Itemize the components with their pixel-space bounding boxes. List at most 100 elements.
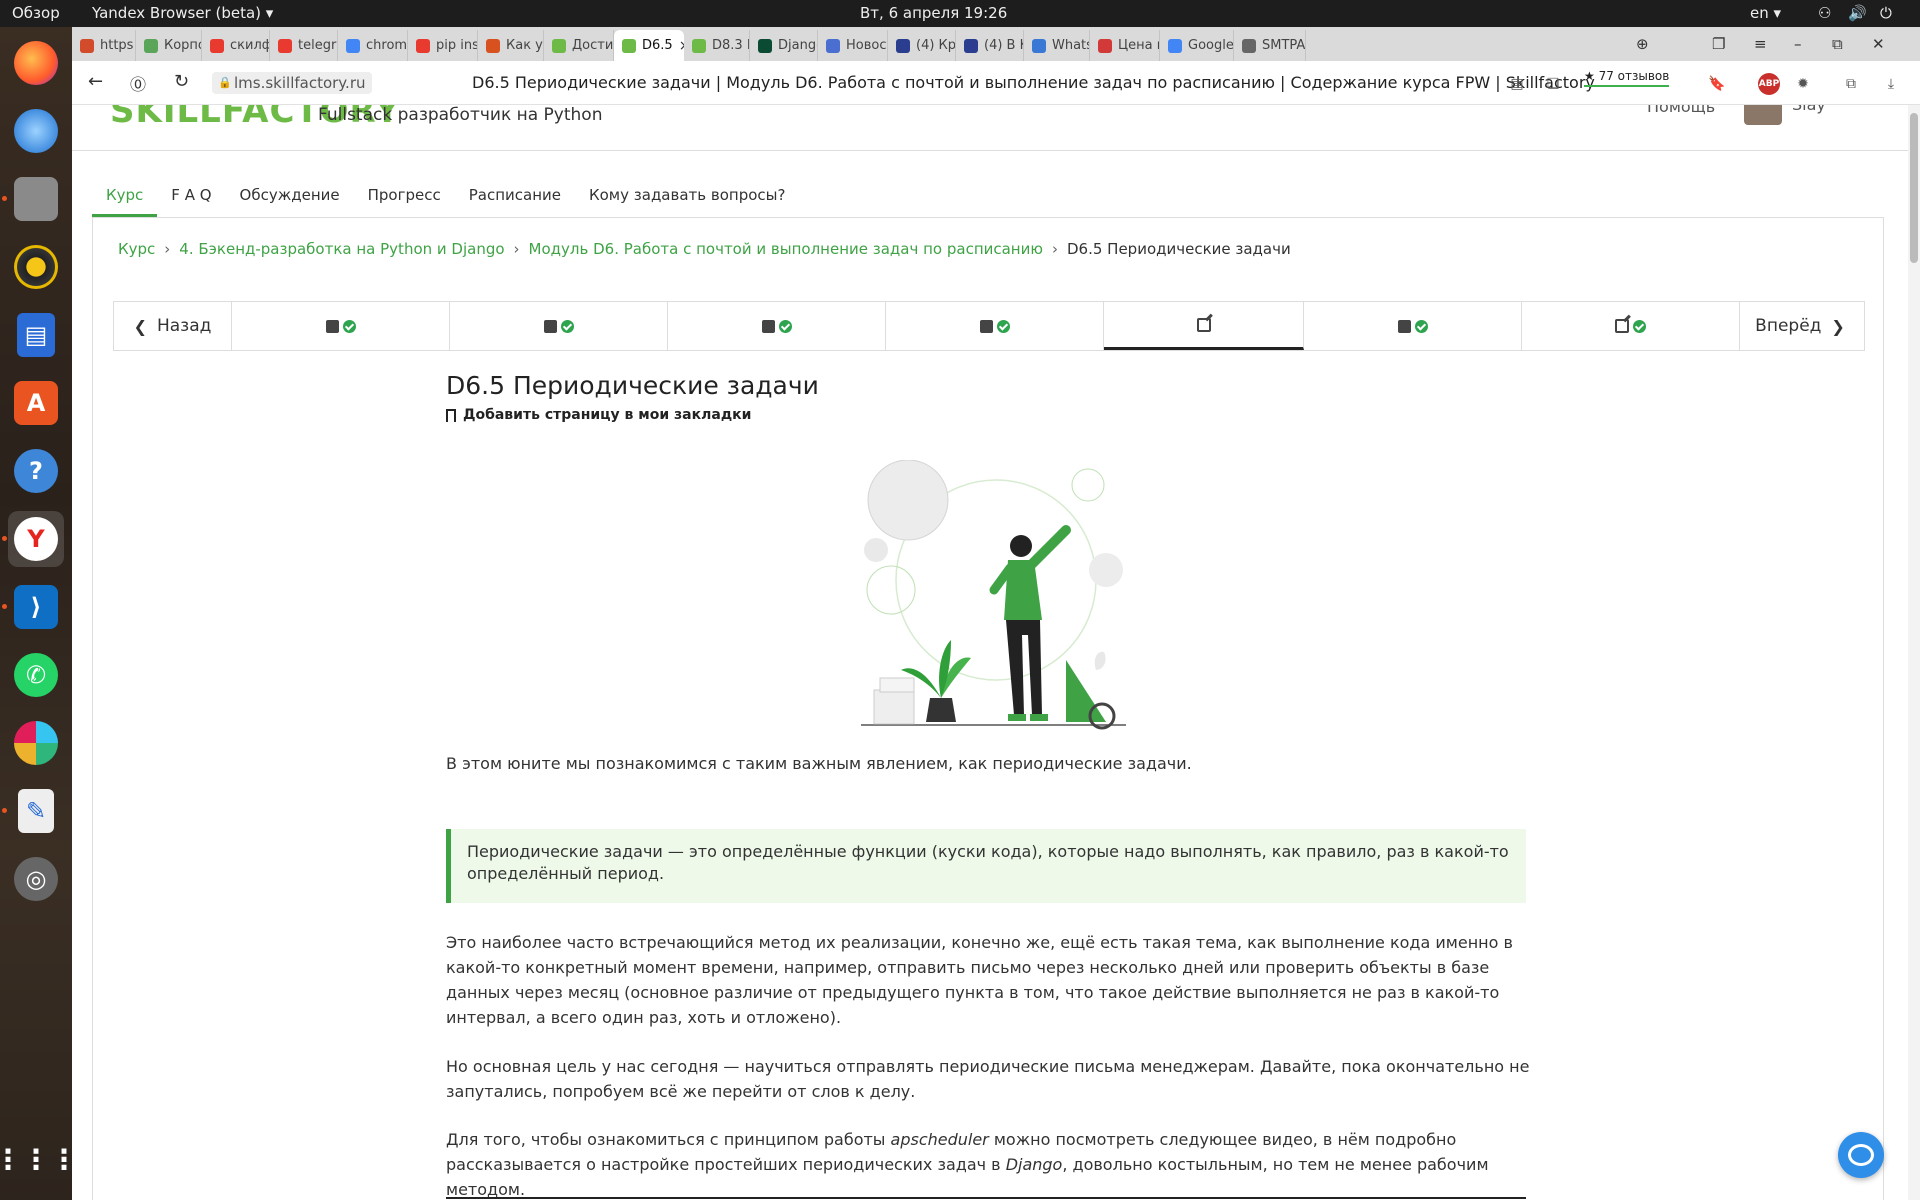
course-tab-progress[interactable]: Прогресс	[354, 175, 455, 217]
url-field[interactable]: 🔒 lms.skillfactory.ru	[212, 72, 372, 94]
clock[interactable]: Вт, 6 апреля 19:26	[860, 4, 1007, 22]
sequence-item-4[interactable]	[886, 302, 1104, 350]
breadcrumb-course[interactable]: Курс	[118, 240, 155, 258]
browser-tab[interactable]: Whats	[1024, 30, 1090, 61]
course-tab-discussion[interactable]: Обсуждение	[226, 175, 354, 217]
volume-icon[interactable]: 🔊	[1848, 4, 1867, 22]
firefox-icon[interactable]	[8, 35, 64, 91]
course-nav: Курс F A Q Обсуждение Прогресс Расписани…	[92, 175, 799, 217]
minimize-icon[interactable]: –	[1794, 35, 1802, 53]
browser-tab[interactable]: Дости	[544, 30, 614, 61]
favicon-icon	[622, 38, 636, 53]
slack-icon[interactable]	[8, 715, 64, 771]
breadcrumb-module[interactable]: Модуль D6. Работа с почтой и выполнение …	[529, 240, 1043, 258]
maximize-icon[interactable]: ⧉	[1832, 35, 1843, 53]
chat-icon	[1848, 1144, 1874, 1166]
text-editor-icon[interactable]: ✎	[8, 783, 64, 839]
page-scrollbar[interactable]	[1908, 105, 1920, 1200]
chevron-right-icon: ❯	[1831, 316, 1845, 336]
browser-tab[interactable]: D8.3 K	[684, 30, 750, 61]
chevron-right-icon: ›	[513, 240, 520, 258]
favicon-icon	[416, 38, 430, 53]
tab-label: (4) В Ki	[984, 38, 1023, 53]
rhythmbox-icon[interactable]	[8, 239, 64, 295]
menu-icon[interactable]: ≡	[1754, 35, 1767, 53]
divider	[446, 1197, 1526, 1199]
thunderbird-icon[interactable]	[8, 103, 64, 159]
keyboard-layout[interactable]: en ▾	[1750, 4, 1781, 22]
adblock-icon[interactable]: ABP	[1758, 73, 1780, 95]
sequence-item-3[interactable]	[668, 302, 886, 350]
software-center-icon[interactable]: A	[8, 375, 64, 431]
disk-icon[interactable]: ◎	[8, 851, 64, 907]
yandex-protect-icon[interactable]: ⓪	[130, 71, 146, 95]
sequence-item-1[interactable]	[232, 302, 450, 350]
back-icon[interactable]: ←	[88, 71, 103, 92]
app-menu[interactable]: Yandex Browser (beta) ▾	[92, 4, 273, 22]
download-icon[interactable]: ⤓	[1880, 73, 1902, 95]
reload-icon[interactable]: ↻	[174, 71, 189, 92]
activities-button[interactable]: Обзор	[12, 4, 60, 22]
browser-tab[interactable]: (4) В Ki	[956, 30, 1024, 61]
browser-tab[interactable]: https:/	[72, 30, 136, 61]
favicon-icon	[758, 38, 772, 53]
browser-tab[interactable]: Корпор	[136, 30, 202, 61]
add-bookmark-button[interactable]: Добавить страницу в мои закладки	[446, 407, 751, 423]
browser-tab[interactable]: SMTPA	[1234, 30, 1306, 61]
sequence-item-6[interactable]	[1304, 302, 1522, 350]
collections-icon[interactable]: ⧉	[1840, 73, 1862, 95]
intro-paragraph: В этом юните мы познакомимся с таким важ…	[446, 754, 1192, 773]
sequence-item-2[interactable]	[450, 302, 668, 350]
browser-tab[interactable]: D6.5×	[614, 30, 684, 61]
browser-tab[interactable]: telegra	[270, 30, 338, 61]
prev-button[interactable]: ❮ Назад	[114, 302, 232, 350]
yandex-browser-icon[interactable]: Y	[8, 511, 64, 567]
course-tab-who-to-ask[interactable]: Кому задавать вопросы?	[575, 175, 799, 217]
browser-tab[interactable]: pip inst	[408, 30, 478, 61]
browser-tab[interactable]: chrome	[338, 30, 408, 61]
close-window-icon[interactable]: ✕	[1872, 35, 1885, 53]
breadcrumb-section[interactable]: 4. Бэкенд-разработка на Python и Django	[179, 240, 504, 258]
power-icon[interactable]: ⏻	[1880, 4, 1892, 22]
chat-widget-button[interactable]	[1838, 1132, 1884, 1178]
check-icon	[560, 319, 574, 333]
show-apps-icon[interactable]: ⋮⋮⋮	[0, 1131, 78, 1187]
browser-tab[interactable]: (4) Кре	[888, 30, 956, 61]
bookmark-icon[interactable]: 🔖	[1706, 73, 1728, 95]
tab-label: SMTPA	[1262, 38, 1306, 53]
help-link[interactable]: Помощь	[1647, 105, 1715, 116]
network-icon[interactable]: ⚇	[1818, 4, 1831, 22]
tab-label: Новост	[846, 38, 887, 53]
extension-bug-icon[interactable]: ✹	[1792, 73, 1814, 95]
help-icon[interactable]: ?	[8, 443, 64, 499]
system-top-bar: Обзор Yandex Browser (beta) ▾ Вт, 6 апре…	[0, 0, 1920, 27]
course-tab-schedule[interactable]: Расписание	[455, 175, 575, 217]
new-tab-icon[interactable]: ⊕	[1636, 35, 1649, 53]
sequence-item-7[interactable]	[1522, 302, 1740, 350]
next-button[interactable]: Вперёд ❯	[1740, 302, 1860, 350]
scrollbar-thumb[interactable]	[1910, 113, 1918, 263]
tab-label: https:/	[100, 38, 135, 53]
tab-label: Корпор	[164, 38, 201, 53]
edit-icon	[1196, 317, 1211, 332]
browser-tab[interactable]: Google	[1160, 30, 1234, 61]
tabs-icon[interactable]: ❏	[1542, 73, 1564, 95]
reader-icon[interactable]: ▤	[1506, 73, 1528, 95]
browser-tab[interactable]: Django	[750, 30, 818, 61]
vscode-icon[interactable]: ⟩	[8, 579, 64, 635]
sequence-item-5-current[interactable]	[1104, 302, 1304, 350]
libreoffice-impress-icon[interactable]: ▤	[8, 307, 64, 363]
reviews-badge[interactable]: ★ 77 отзывов	[1584, 69, 1670, 87]
browser-tab[interactable]: Как уст	[478, 30, 544, 61]
browser-tab[interactable]: скилф	[202, 30, 270, 61]
browser-tab[interactable]: Цена н	[1090, 30, 1160, 61]
browser-tab[interactable]: Новост	[818, 30, 888, 61]
files-icon[interactable]	[8, 171, 64, 227]
course-tab-faq[interactable]: F A Q	[157, 175, 225, 217]
tab-list-icon[interactable]: ❐	[1712, 35, 1725, 53]
avatar[interactable]	[1744, 105, 1782, 125]
whatsapp-icon[interactable]: ✆	[8, 647, 64, 703]
breadcrumb: Курс › 4. Бэкенд-разработка на Python и …	[118, 240, 1291, 258]
username[interactable]: Slay	[1792, 105, 1826, 114]
course-tab-course[interactable]: Курс	[92, 175, 158, 217]
